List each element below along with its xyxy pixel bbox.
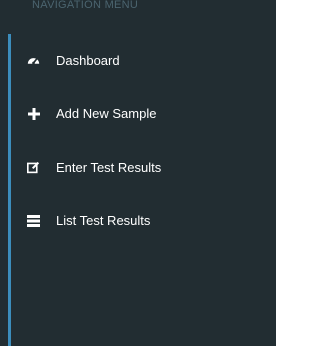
plus-icon: [27, 107, 40, 120]
sidebar-item-label: List Test Results: [56, 213, 151, 228]
dashboard-icon: [27, 54, 40, 67]
sidebar-item-label: Add New Sample: [56, 106, 157, 121]
sidebar-item-label: Enter Test Results: [56, 160, 162, 175]
sidebar: NAVIGATION MENU Dashboard Add New Sample: [0, 0, 276, 346]
edit-icon: [27, 161, 40, 174]
sidebar-item-enter-test-results[interactable]: Enter Test Results: [11, 141, 276, 194]
list-icon: [27, 214, 40, 227]
nav-header: NAVIGATION MENU: [32, 0, 139, 11]
sidebar-item-add-new-sample[interactable]: Add New Sample: [11, 86, 276, 141]
sidebar-menu: Dashboard Add New Sample Enter Test Resu…: [11, 34, 276, 247]
sidebar-item-dashboard[interactable]: Dashboard: [11, 34, 276, 86]
sidebar-item-label: Dashboard: [56, 52, 120, 68]
sidebar-item-list-test-results[interactable]: List Test Results: [11, 194, 276, 247]
